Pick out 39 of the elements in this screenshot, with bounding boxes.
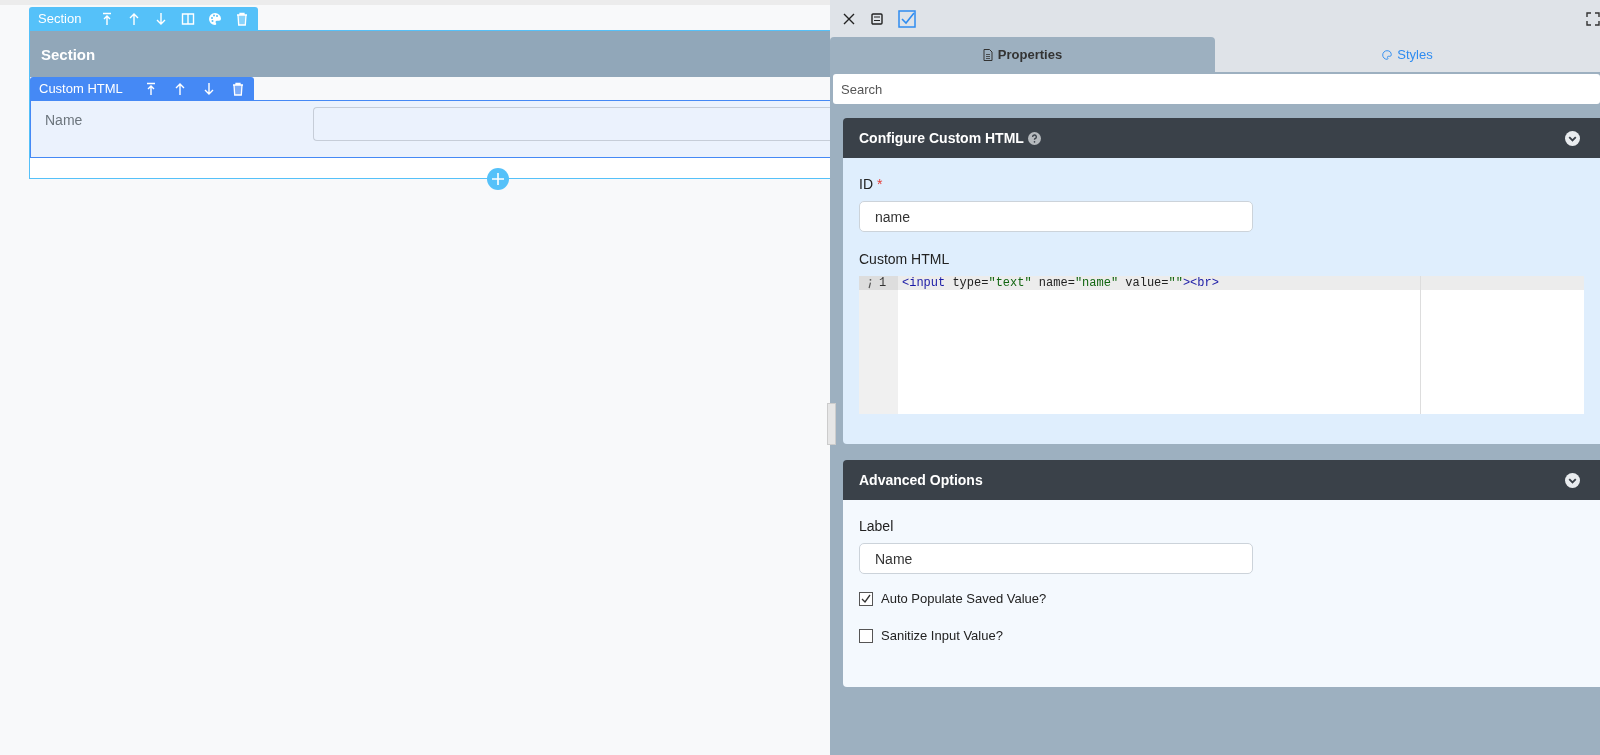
label-input-field[interactable]: Name [859, 543, 1253, 574]
card-header[interactable]: Configure Custom HTML [843, 118, 1600, 158]
field-label: Name [45, 112, 84, 129]
add-icon[interactable] [487, 168, 509, 190]
document-icon [982, 48, 993, 61]
checkbox-label: Sanitize Input Value? [881, 628, 1003, 643]
checkbox-label: Auto Populate Saved Value? [881, 591, 1047, 606]
line-number: 1 [879, 276, 887, 290]
checkbox[interactable] [859, 591, 873, 606]
field-label: Custom HTML [859, 251, 950, 267]
section-toolbar-label: Section [38, 11, 82, 26]
close-icon[interactable] [842, 11, 856, 26]
chevron-down-icon[interactable] [1565, 472, 1580, 488]
search-field[interactable]: Search [833, 74, 1600, 104]
section-title: Section [41, 45, 96, 63]
code-editor[interactable]: 1 <input type="text" name="name" value=""><br> [859, 276, 1584, 414]
checkbox[interactable] [859, 628, 873, 643]
help-icon[interactable] [1027, 131, 1041, 145]
trash-icon[interactable] [235, 11, 250, 26]
chevron-down-icon[interactable] [1565, 130, 1580, 146]
card-header[interactable]: Advanced Options [843, 460, 1600, 500]
required-mark: * [876, 176, 883, 192]
trash-icon[interactable] [230, 81, 245, 96]
palette-icon [1382, 48, 1393, 61]
columns-icon[interactable] [181, 11, 196, 26]
info-icon [867, 277, 873, 289]
component-toolbar-label: Custom HTML [39, 81, 123, 96]
fullscreen-icon[interactable] [1586, 11, 1600, 26]
palette-icon[interactable] [208, 11, 223, 26]
field-label: Label [859, 518, 894, 534]
text-input-field[interactable] [313, 107, 830, 141]
checkbox-check-icon[interactable] [898, 9, 916, 28]
panel-tab[interactable]: Properties [830, 37, 1215, 72]
card-title: Configure Custom HTML [859, 130, 1024, 146]
card-title: Advanced Options [859, 472, 983, 488]
id-input-field[interactable]: name [859, 201, 1253, 232]
resize-handle[interactable] [827, 403, 836, 445]
field-label: ID [859, 176, 873, 192]
window-icon[interactable] [870, 11, 884, 26]
